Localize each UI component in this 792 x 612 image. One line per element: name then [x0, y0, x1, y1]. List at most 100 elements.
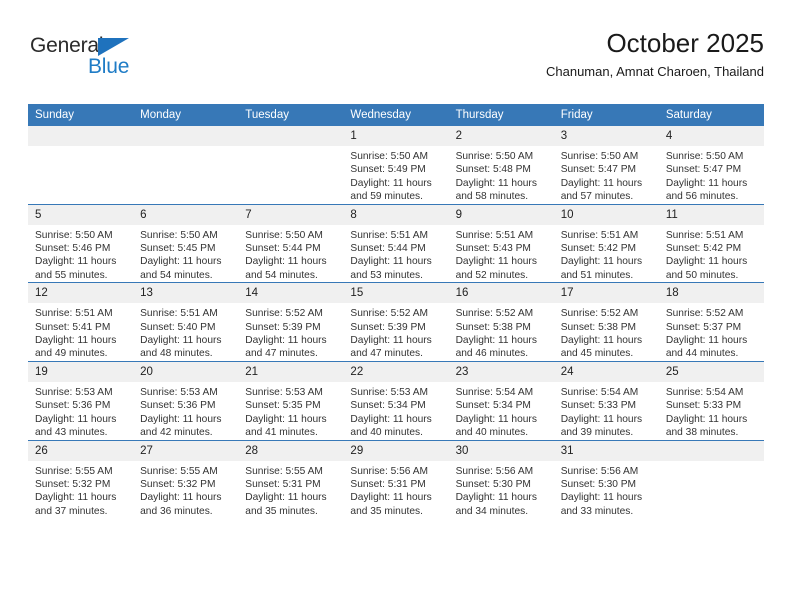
day-info: Sunrise: 5:52 AM Sunset: 5:39 PM Daylight:…	[343, 303, 448, 361]
day-cell[interactable]: 3 Sunrise: 5:50 AM Sunset: 5:47 PM Daylight…	[553, 126, 659, 204]
sunrise-text: Sunrise: 5:54 AM	[560, 386, 639, 398]
sunrise-text: Sunrise: 5:54 AM	[455, 386, 534, 398]
day-cell[interactable]: 22 Sunrise: 5:53 AM Sunset: 5:34 PM Dayligh…	[343, 360, 449, 440]
weekday-header-monday: Monday	[133, 104, 239, 126]
day-number: 24	[553, 361, 659, 382]
day-cell[interactable]: 1 Sunrise: 5:50 AM Sunset: 5:49 PM Daylight…	[343, 126, 449, 204]
sunset-text: Sunset: 5:38 PM	[560, 321, 637, 333]
day-info: Sunrise: 5:50 AM Sunset: 5:46 PM Daylight:…	[28, 225, 133, 283]
sunset-text: Sunset: 5:49 PM	[350, 164, 426, 176]
day-cell[interactable]: 18 Sunrise: 5:52 AM Sunset: 5:37 PM Dayligh…	[658, 282, 764, 362]
weekday-header-saturday: Saturday	[658, 104, 764, 126]
day-cell[interactable]: 26 Sunrise: 5:55 AM Sunset: 5:32 PM Dayligh…	[28, 439, 134, 519]
day-number: 10	[553, 204, 659, 225]
location-subtitle: Chanuman, Amnat Charoen, Thailand	[545, 64, 764, 79]
day-cell[interactable]: 7 Sunrise: 5:50 AM Sunset: 5:44 PM Daylight…	[238, 203, 344, 283]
day-number: 14	[238, 283, 344, 304]
sunrise-text: Sunrise: 5:56 AM	[455, 465, 534, 477]
sunrise-text: Sunrise: 5:56 AM	[560, 465, 639, 477]
daylight-text: Daylight: 11 hours and 45 minutes.	[560, 335, 643, 360]
day-cell[interactable]: 14 Sunrise: 5:52 AM Sunset: 5:39 PM Dayligh…	[238, 282, 344, 362]
sunrise-text: Sunrise: 5:51 AM	[560, 229, 639, 241]
day-cell[interactable]: 30 Sunrise: 5:56 AM Sunset: 5:30 PM Dayligh…	[448, 439, 554, 519]
day-cell[interactable]: 20 Sunrise: 5:53 AM Sunset: 5:36 PM Dayligh…	[133, 360, 239, 440]
daylight-text: Daylight: 11 hours and 40 minutes.	[455, 413, 537, 439]
day-cell[interactable]: 2 Sunrise: 5:50 AM Sunset: 5:48 PM Daylight…	[448, 126, 554, 204]
daylight-text: Daylight: 11 hours and 48 minutes.	[140, 335, 222, 360]
daylight-text: Daylight: 11 hours and 43 minutes.	[35, 413, 117, 439]
calendar-page: General Blue October 2025 Chanuman, Amna…	[0, 0, 792, 612]
day-cell[interactable]: 25 Sunrise: 5:54 AM Sunset: 5:33 PM Dayligh…	[658, 360, 764, 440]
day-cell[interactable]: 11 Sunrise: 5:51 AM Sunset: 5:42 PM Dayligh…	[658, 203, 764, 283]
sunrise-text: Sunrise: 5:52 AM	[665, 308, 744, 320]
day-cell[interactable]: 4 Sunrise: 5:50 AM Sunset: 5:47 PM Daylight…	[658, 126, 764, 204]
day-cell[interactable]: 13 Sunrise: 5:51 AM Sunset: 5:40 PM Dayligh…	[133, 282, 239, 362]
calendar-container: Sunday Monday Tuesday Wednesday Thursday…	[28, 104, 764, 519]
day-number	[28, 126, 134, 146]
day-cell[interactable]: 6 Sunrise: 5:50 AM Sunset: 5:45 PM Daylight…	[133, 203, 239, 283]
day-cell[interactable]: 15 Sunrise: 5:52 AM Sunset: 5:39 PM Dayligh…	[343, 282, 449, 362]
daylight-text: Daylight: 11 hours and 51 minutes.	[560, 256, 643, 281]
day-number: 15	[343, 283, 449, 304]
day-info: Sunrise: 5:51 AM Sunset: 5:42 PM Daylight:…	[659, 225, 764, 283]
sunrise-text: Sunrise: 5:52 AM	[350, 308, 429, 320]
day-info: Sunrise: 5:50 AM Sunset: 5:47 PM Daylight:…	[554, 146, 659, 204]
sunset-text: Sunset: 5:33 PM	[665, 400, 742, 412]
daylight-text: Daylight: 11 hours and 47 minutes.	[350, 335, 432, 360]
daylight-text: Daylight: 11 hours and 37 minutes.	[35, 492, 117, 517]
daylight-text: Daylight: 11 hours and 44 minutes.	[665, 335, 748, 360]
day-cell[interactable]: 23 Sunrise: 5:54 AM Sunset: 5:34 PM Dayligh…	[448, 360, 554, 440]
sunrise-text: Sunrise: 5:50 AM	[455, 151, 534, 162]
sunset-text: Sunset: 5:33 PM	[560, 400, 637, 412]
day-cell[interactable]: 19 Sunrise: 5:53 AM Sunset: 5:36 PM Dayligh…	[28, 360, 134, 440]
sunrise-text: Sunrise: 5:56 AM	[350, 465, 429, 477]
day-cell[interactable]: 29 Sunrise: 5:56 AM Sunset: 5:31 PM Dayligh…	[343, 439, 449, 519]
day-cell[interactable]: 27 Sunrise: 5:55 AM Sunset: 5:32 PM Dayligh…	[133, 439, 239, 519]
day-cell[interactable]: 31 Sunrise: 5:56 AM Sunset: 5:30 PM Dayligh…	[553, 439, 659, 519]
day-cell[interactable]: 17 Sunrise: 5:52 AM Sunset: 5:38 PM Dayligh…	[553, 282, 659, 362]
day-info: Sunrise: 5:56 AM Sunset: 5:30 PM Daylight:…	[449, 461, 554, 519]
calendar-week-row: 5 Sunrise: 5:50 AM Sunset: 5:46 PM Daylight…	[28, 203, 764, 283]
calendar-week-row: 1 Sunrise: 5:50 AM Sunset: 5:49 PM Daylight…	[28, 126, 764, 204]
day-info: Sunrise: 5:51 AM Sunset: 5:44 PM Daylight:…	[343, 225, 448, 283]
day-cell[interactable]: 5 Sunrise: 5:50 AM Sunset: 5:46 PM Daylight…	[28, 203, 134, 283]
sunrise-text: Sunrise: 5:50 AM	[245, 229, 323, 241]
day-info: Sunrise: 5:54 AM Sunset: 5:33 PM Daylight:…	[659, 382, 764, 440]
day-info: Sunrise: 5:52 AM Sunset: 5:38 PM Daylight:…	[554, 303, 659, 361]
daylight-text: Daylight: 11 hours and 50 minutes.	[665, 256, 748, 281]
weekday-header-tuesday: Tuesday	[238, 104, 344, 126]
day-info: Sunrise: 5:56 AM Sunset: 5:31 PM Daylight:…	[343, 461, 448, 519]
daylight-text: Daylight: 11 hours and 46 minutes.	[455, 335, 537, 360]
sunset-text: Sunset: 5:36 PM	[140, 400, 216, 412]
day-info: Sunrise: 5:55 AM Sunset: 5:32 PM Daylight:…	[28, 461, 133, 519]
sunrise-text: Sunrise: 5:50 AM	[665, 151, 744, 162]
sunset-text: Sunset: 5:40 PM	[140, 321, 216, 333]
day-info: Sunrise: 5:55 AM Sunset: 5:31 PM Daylight:…	[238, 461, 343, 519]
daylight-text: Daylight: 11 hours and 41 minutes.	[245, 413, 327, 439]
sunset-text: Sunset: 5:47 PM	[665, 164, 742, 176]
logo-text-blue: Blue	[88, 55, 130, 78]
daylight-text: Daylight: 11 hours and 58 minutes.	[455, 177, 537, 203]
daylight-text: Daylight: 11 hours and 55 minutes.	[35, 256, 117, 281]
daylight-text: Daylight: 11 hours and 40 minutes.	[350, 413, 432, 439]
day-cell[interactable]: 28 Sunrise: 5:55 AM Sunset: 5:31 PM Dayligh…	[238, 439, 344, 519]
daylight-text: Daylight: 11 hours and 33 minutes.	[560, 492, 643, 517]
day-cell[interactable]: 10 Sunrise: 5:51 AM Sunset: 5:42 PM Dayligh…	[553, 203, 659, 283]
calendar-body: 1 Sunrise: 5:50 AM Sunset: 5:49 PM Daylight…	[28, 126, 764, 519]
sunset-text: Sunset: 5:32 PM	[35, 478, 111, 490]
day-cell[interactable]: 9 Sunrise: 5:51 AM Sunset: 5:43 PM Daylight…	[448, 203, 554, 283]
day-cell[interactable]: 21 Sunrise: 5:53 AM Sunset: 5:35 PM Dayligh…	[238, 360, 344, 440]
day-cell[interactable]: 8 Sunrise: 5:51 AM Sunset: 5:44 PM Daylight…	[343, 203, 449, 283]
sunset-text: Sunset: 5:44 PM	[245, 243, 321, 255]
day-cell[interactable]: 24 Sunrise: 5:54 AM Sunset: 5:33 PM Dayligh…	[553, 360, 659, 440]
day-cell[interactable]: 12 Sunrise: 5:51 AM Sunset: 5:41 PM Dayligh…	[28, 282, 134, 362]
day-number: 28	[238, 440, 344, 461]
sunrise-text: Sunrise: 5:50 AM	[350, 151, 429, 162]
day-number: 18	[658, 283, 764, 304]
day-cell[interactable]: 16 Sunrise: 5:52 AM Sunset: 5:38 PM Dayligh…	[448, 282, 554, 362]
sunset-text: Sunset: 5:30 PM	[560, 478, 637, 490]
day-info: Sunrise: 5:55 AM Sunset: 5:32 PM Daylight:…	[133, 461, 238, 519]
sunrise-text: Sunrise: 5:52 AM	[455, 308, 534, 320]
sunrise-text: Sunrise: 5:51 AM	[35, 308, 113, 320]
day-number: 5	[28, 204, 134, 225]
